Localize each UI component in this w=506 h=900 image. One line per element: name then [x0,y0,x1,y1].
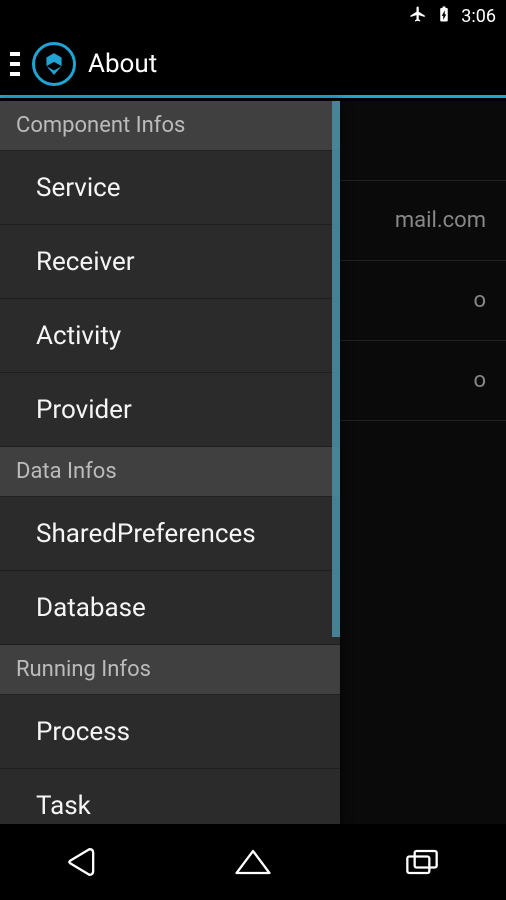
navigation-drawer[interactable]: Component Infos Service Receiver Activit… [0,101,340,824]
battery-charging-icon [435,5,453,28]
status-bar: 3:06 [0,0,506,32]
action-bar: About [0,32,506,98]
drawer-item-service[interactable]: Service [0,151,340,225]
recents-button[interactable] [372,832,472,892]
section-header-running: Running Infos [0,645,340,695]
drawer-item-receiver[interactable]: Receiver [0,225,340,299]
drawer-item-activity[interactable]: Activity [0,299,340,373]
drawer-item-provider[interactable]: Provider [0,373,340,447]
back-button[interactable] [34,832,134,892]
app-icon[interactable] [32,42,76,86]
home-button[interactable] [203,832,303,892]
section-header-component: Component Infos [0,101,340,151]
status-time: 3:06 [461,6,496,27]
airplane-mode-icon [409,5,427,28]
page-title: About [88,49,157,79]
drawer-toggle-icon[interactable] [10,49,20,79]
system-nav-bar [0,824,506,900]
scrollbar[interactable] [332,101,340,637]
section-header-data: Data Infos [0,447,340,497]
drawer-item-sharedpreferences[interactable]: SharedPreferences [0,497,340,571]
drawer-item-database[interactable]: Database [0,571,340,645]
drawer-item-task[interactable]: Task [0,769,340,824]
drawer-item-process[interactable]: Process [0,695,340,769]
